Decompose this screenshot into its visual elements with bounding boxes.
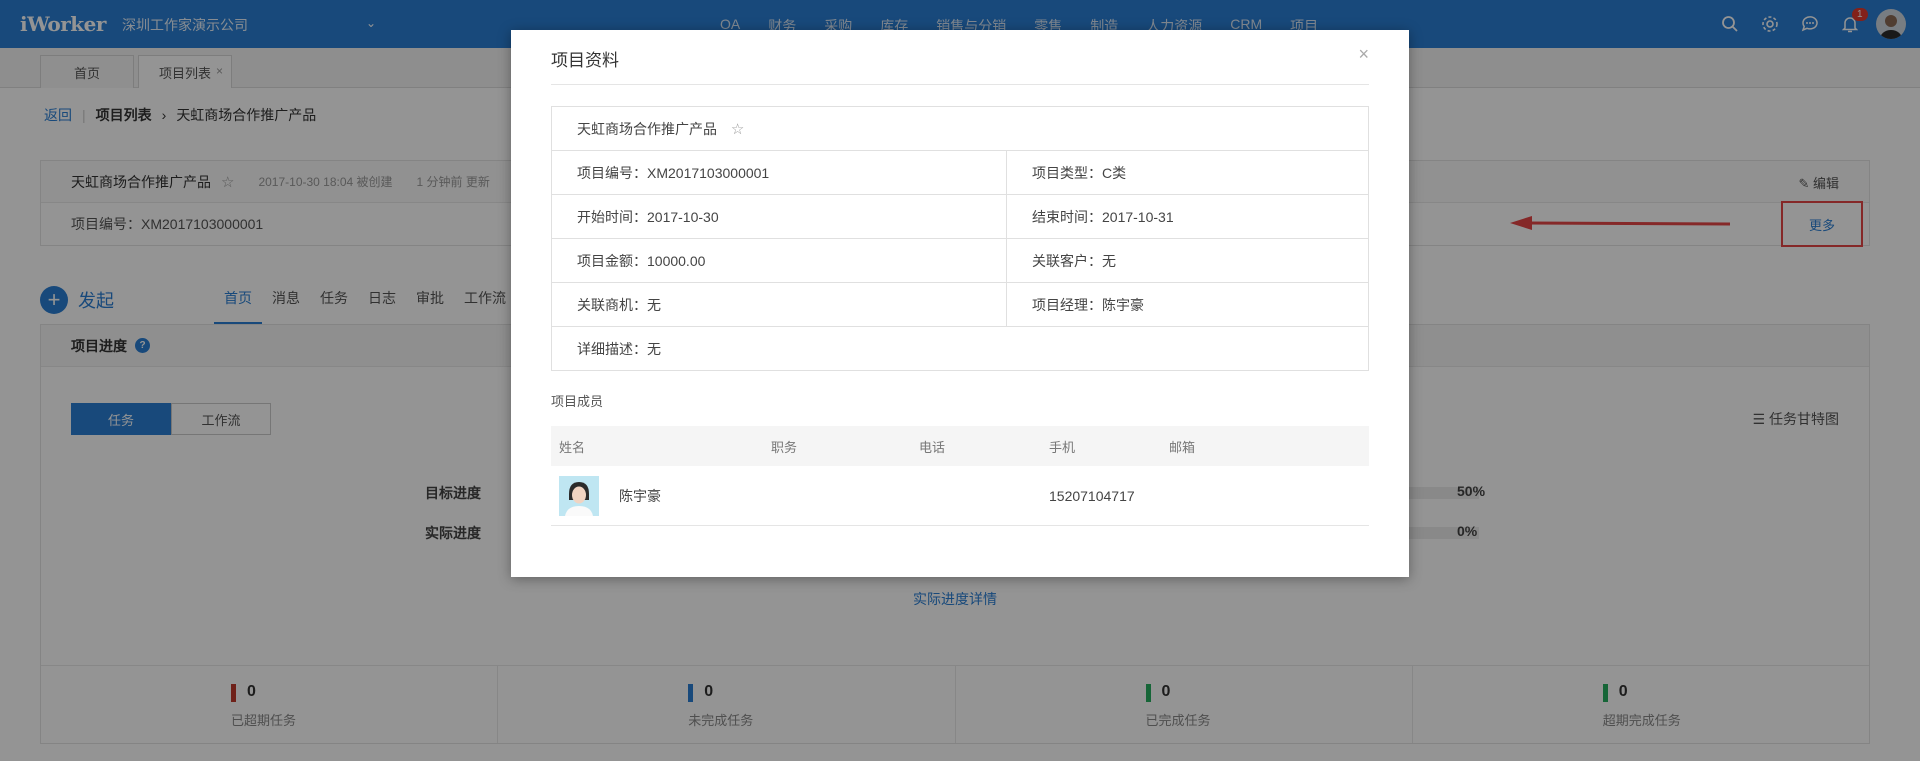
members-table-header: 姓名 职务 电话 手机 邮箱 xyxy=(551,426,1369,466)
close-icon[interactable]: × xyxy=(1358,44,1369,65)
col-mobile: 手机 xyxy=(1049,439,1076,455)
member-name-cell: 陈宇豪 xyxy=(551,475,771,516)
dialog-title: 项目资料 xyxy=(551,51,619,70)
info-customer: 关联客户：无 xyxy=(1006,238,1369,283)
info-project-name-cell: 天虹商场合作推广产品 ☆ xyxy=(551,106,1369,151)
favorite-star-icon[interactable]: ☆ xyxy=(731,121,744,138)
info-start-time: 开始时间：2017-10-30 xyxy=(551,194,1007,239)
project-info-dialog: 项目资料 × 天虹商场合作推广产品 ☆ 项目编号：XM2017103000001… xyxy=(511,30,1409,577)
col-position: 职务 xyxy=(771,439,798,455)
info-amount: 项目金额：10000.00 xyxy=(551,238,1007,283)
members-section-title: 项目成员 xyxy=(551,394,604,409)
members-table: 姓名 职务 电话 手机 邮箱 陈宇豪 15207104717 xyxy=(551,426,1369,526)
info-opportunity: 关联商机：无 xyxy=(551,282,1007,327)
info-project-name: 天虹商场合作推广产品 xyxy=(577,120,717,137)
col-phone: 电话 xyxy=(919,439,946,455)
info-code: 项目编号：XM2017103000001 xyxy=(551,150,1007,195)
member-name: 陈宇豪 xyxy=(619,487,661,504)
info-manager: 项目经理：陈宇豪 xyxy=(1006,282,1369,327)
member-mobile: 15207104717 xyxy=(1049,487,1135,504)
dialog-divider xyxy=(551,84,1369,85)
table-row[interactable]: 陈宇豪 15207104717 xyxy=(551,466,1369,526)
col-name: 姓名 xyxy=(559,439,586,455)
col-email: 邮箱 xyxy=(1169,439,1196,455)
member-avatar xyxy=(559,475,599,516)
info-end-time: 结束时间：2017-10-31 xyxy=(1006,194,1369,239)
project-info-table: 天虹商场合作推广产品 ☆ 项目编号：XM2017103000001 项目类型：C… xyxy=(551,106,1369,371)
info-type: 项目类型：C类 xyxy=(1006,150,1369,195)
info-description: 详细描述：无 xyxy=(551,326,1369,371)
